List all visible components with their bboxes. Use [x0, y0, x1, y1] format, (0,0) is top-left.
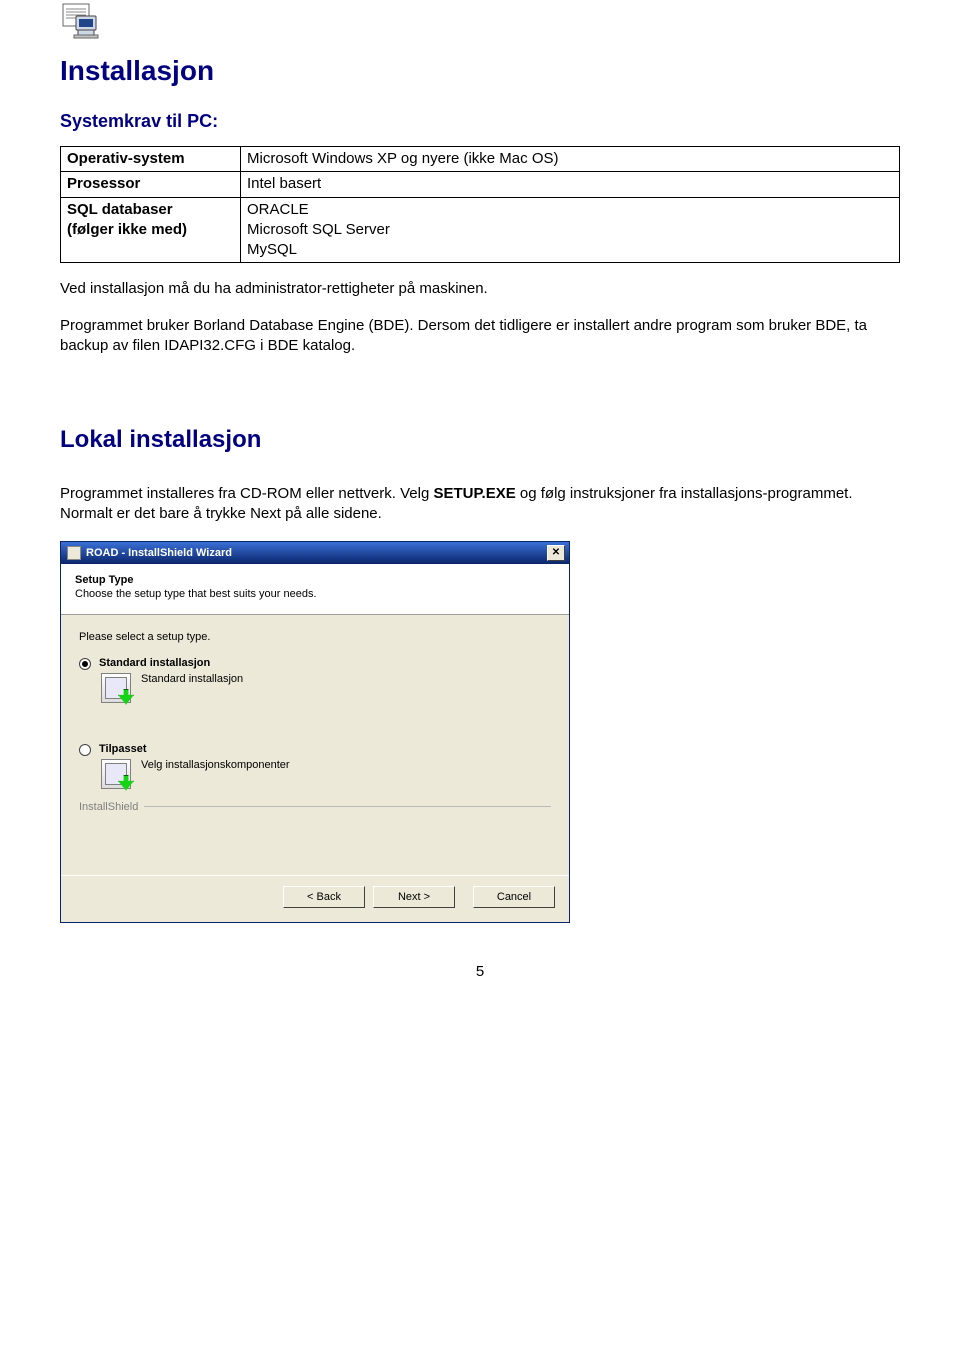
paragraph-admin-rights: Ved installasjon må du ha administrator-… — [60, 279, 900, 299]
req-row-label: SQL databaser(følger ikke med) — [61, 197, 241, 263]
wizard-prompt: Please select a setup type. — [79, 631, 551, 643]
req-row-label: Prosessor — [61, 172, 241, 197]
wizard-titlebar: ROAD - InstallShield Wizard ✕ — [61, 542, 569, 564]
subheading-systemkrav: Systemkrav til PC: — [60, 111, 900, 132]
installshield-branding: InstallShield — [79, 797, 551, 821]
package-install-icon — [101, 673, 131, 703]
radio-custom[interactable] — [79, 744, 91, 756]
req-row-label: Operativ-system — [61, 147, 241, 172]
wizard-header-subtitle: Choose the setup type that best suits yo… — [75, 588, 555, 600]
option-custom-title: Tilpasset — [99, 743, 551, 755]
document-computer-icon — [60, 0, 102, 42]
paragraph-local-install: Programmet installeres fra CD-ROM eller … — [60, 484, 900, 525]
option-custom-desc: Velg installasjonskomponenter — [141, 759, 290, 771]
close-button[interactable]: ✕ — [547, 545, 565, 561]
req-row-value: Intel basert — [241, 172, 900, 197]
req-row-value: Microsoft Windows XP og nyere (ikke Mac … — [241, 147, 900, 172]
req-row-value: ORACLEMicrosoft SQL ServerMySQL — [241, 197, 900, 263]
option-standard-title: Standard installasjon — [99, 657, 551, 669]
brand-label: InstallShield — [79, 801, 138, 813]
divider — [144, 806, 551, 807]
setup-option-custom[interactable]: Tilpasset Velg installasjonskomponenter — [79, 743, 551, 789]
system-requirements-table: Operativ-systemMicrosoft Windows XP og n… — [60, 146, 900, 263]
wizard-app-icon — [67, 546, 81, 560]
radio-standard[interactable] — [79, 658, 91, 670]
wizard-header: Setup Type Choose the setup type that be… — [61, 564, 569, 615]
paragraph-bde: Programmet bruker Borland Database Engin… — [60, 316, 900, 357]
option-standard-desc: Standard installasjon — [141, 673, 243, 685]
heading-lokal-installasjon: Lokal installasjon — [60, 426, 900, 454]
wizard-button-row: < Back Next > Cancel — [61, 875, 569, 922]
wizard-body: Please select a setup type. Standard ins… — [61, 615, 569, 875]
wizard-header-title: Setup Type — [75, 574, 555, 586]
next-button[interactable]: Next > — [373, 886, 455, 908]
heading-installasjon: Installasjon — [60, 55, 900, 87]
back-button[interactable]: < Back — [283, 886, 365, 908]
page-number: 5 — [60, 963, 900, 980]
setup-exe-label: SETUP.EXE — [433, 485, 515, 502]
wizard-title: ROAD - InstallShield Wizard — [86, 547, 232, 559]
setup-option-standard[interactable]: Standard installasjon Standard installas… — [79, 657, 551, 703]
package-install-icon — [101, 759, 131, 789]
text-segment: Programmet installeres fra CD-ROM eller … — [60, 485, 433, 502]
cancel-button[interactable]: Cancel — [473, 886, 555, 908]
installshield-wizard-dialog: ROAD - InstallShield Wizard ✕ Setup Type… — [60, 541, 570, 923]
